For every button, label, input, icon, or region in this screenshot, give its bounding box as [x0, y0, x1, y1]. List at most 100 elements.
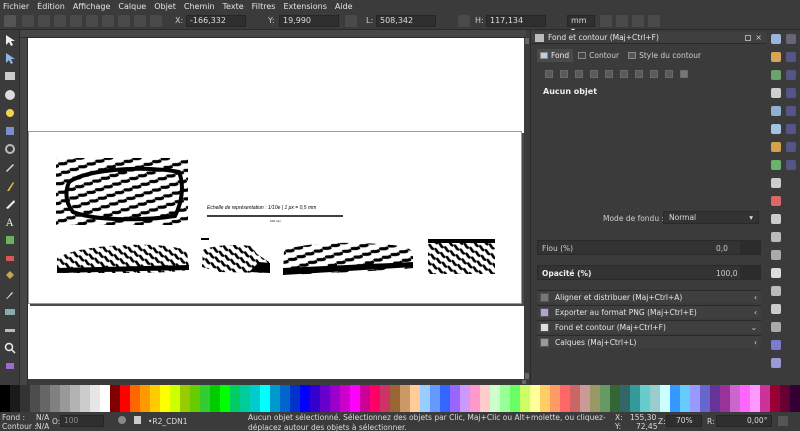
copy-icon[interactable] [771, 178, 781, 188]
snap-center-icon[interactable] [786, 160, 796, 170]
lower-icon[interactable] [118, 15, 130, 27]
palette-swatch[interactable] [700, 385, 710, 412]
menu-item-0[interactable]: Fichier [3, 2, 29, 11]
snap-nodes-icon[interactable] [786, 70, 796, 80]
palette-swatch[interactable] [230, 385, 240, 412]
palette-swatch[interactable] [540, 385, 550, 412]
height-field[interactable]: 117,134 [486, 15, 546, 27]
palette-swatch[interactable] [290, 385, 300, 412]
palette-swatch[interactable] [760, 385, 770, 412]
palette-swatch[interactable] [70, 385, 80, 412]
palette-swatch[interactable] [610, 385, 620, 412]
x-field[interactable]: -166,332 [186, 15, 246, 27]
snap-bbox-icon[interactable] [786, 52, 796, 62]
ellipse-tool-icon[interactable] [4, 89, 16, 101]
spiral-tool-icon[interactable] [4, 143, 16, 155]
palette-swatch[interactable] [650, 385, 660, 412]
palette-swatch[interactable] [100, 385, 110, 412]
palette-swatch[interactable] [220, 385, 230, 412]
palette-swatch[interactable] [390, 385, 400, 412]
opacity-stepper[interactable] [740, 266, 760, 279]
zoom-drawing-icon[interactable] [771, 250, 781, 260]
section-align-distribute[interactable]: Aligner et distribuer (Maj+Ctrl+A) ‹ [537, 290, 761, 303]
swatch-icon[interactable] [635, 70, 643, 78]
palette-swatch[interactable] [240, 385, 250, 412]
palette-swatch[interactable] [660, 385, 670, 412]
layer-select[interactable]: •R2_CDN1 [148, 417, 188, 426]
palette-swatch[interactable] [580, 385, 590, 412]
palette-swatch[interactable] [50, 385, 60, 412]
palette-swatch[interactable] [750, 385, 760, 412]
flat-color-icon[interactable] [560, 70, 568, 78]
duplicate-icon[interactable] [771, 286, 781, 296]
palette-swatch[interactable] [740, 385, 750, 412]
palette-swatch[interactable] [710, 385, 720, 412]
palette-swatch[interactable] [340, 385, 350, 412]
y-field[interactable]: 19,990 [279, 15, 339, 27]
menu-item-4[interactable]: Objet [154, 2, 176, 11]
object-top-view[interactable] [56, 158, 188, 225]
palette-swatch[interactable] [120, 385, 130, 412]
palette-swatch[interactable] [550, 385, 560, 412]
mesh-gradient-icon[interactable] [605, 70, 613, 78]
open-icon[interactable] [771, 52, 781, 62]
width-field[interactable]: 508,342 [376, 15, 436, 27]
lock-icon[interactable] [134, 416, 141, 424]
lower-to-bottom-icon[interactable] [134, 15, 146, 27]
object-side-view-1[interactable] [57, 244, 189, 273]
palette-swatch[interactable] [640, 385, 650, 412]
zoom-tool-icon[interactable] [4, 342, 16, 354]
menu-item-9[interactable]: Aide [335, 2, 353, 11]
menu-item-8[interactable]: Extensions [283, 2, 326, 11]
lock-ratio-icon[interactable] [458, 15, 470, 27]
export-icon[interactable] [771, 124, 781, 134]
object-rotate-icon[interactable] [150, 15, 162, 27]
object-side-view-4[interactable] [428, 239, 495, 274]
color-palette[interactable] [0, 385, 800, 412]
clone-icon[interactable] [771, 304, 781, 314]
rotate-cw-icon[interactable] [38, 15, 50, 27]
palette-swatch[interactable] [530, 385, 540, 412]
palette-swatch[interactable] [320, 385, 330, 412]
connector-tool-icon[interactable] [4, 360, 16, 372]
minimize-icon[interactable] [745, 35, 751, 41]
palette-swatch[interactable] [420, 385, 430, 412]
paste-icon[interactable] [771, 214, 781, 224]
zoom-selection-icon[interactable] [771, 232, 781, 242]
palette-swatch[interactable] [680, 385, 690, 412]
close-icon[interactable]: × [755, 32, 762, 44]
palette-swatch[interactable] [20, 385, 30, 412]
resize-grip-icon[interactable] [778, 416, 788, 426]
calligraphy-tool-icon[interactable] [4, 198, 16, 210]
palette-swatch[interactable] [150, 385, 160, 412]
palette-swatch[interactable] [470, 385, 480, 412]
bucket-tool-icon[interactable] [4, 270, 16, 282]
palette-swatch[interactable] [720, 385, 730, 412]
palette-swatch[interactable] [60, 385, 70, 412]
palette-swatch[interactable] [430, 385, 440, 412]
redo-icon[interactable] [771, 160, 781, 170]
ungroup-icon[interactable] [771, 358, 781, 368]
text-tool-icon[interactable]: A [4, 216, 16, 229]
menu-item-1[interactable]: Édition [37, 2, 65, 11]
opacity-status-field[interactable]: 100 [60, 415, 104, 427]
palette-swatch[interactable] [790, 385, 800, 412]
object-side-view-3[interactable] [283, 242, 413, 275]
opacity-slider[interactable]: Opacité (%) 100,0 [537, 265, 761, 280]
palette-swatch[interactable] [330, 385, 340, 412]
palette-swatch[interactable] [450, 385, 460, 412]
palette-swatch[interactable] [380, 385, 390, 412]
menu-item-5[interactable]: Chemin [184, 2, 215, 11]
palette-swatch[interactable] [260, 385, 270, 412]
cut-icon[interactable] [771, 196, 781, 206]
palette-swatch[interactable] [280, 385, 290, 412]
zoom-page-icon[interactable] [771, 268, 781, 278]
snap-toggle-icon[interactable] [786, 34, 796, 44]
transform-pattern-icon[interactable] [648, 15, 660, 27]
canvas[interactable]: Echelle de représentation : 1/10e | 1 px… [28, 38, 524, 379]
save-icon[interactable] [771, 70, 781, 80]
palette-swatch[interactable] [510, 385, 520, 412]
section-export-png[interactable]: Exporter au format PNG (Maj+Ctrl+E) ‹ [537, 305, 761, 318]
fill-rule-nonzero-icon[interactable] [680, 70, 688, 78]
palette-swatch[interactable] [310, 385, 320, 412]
